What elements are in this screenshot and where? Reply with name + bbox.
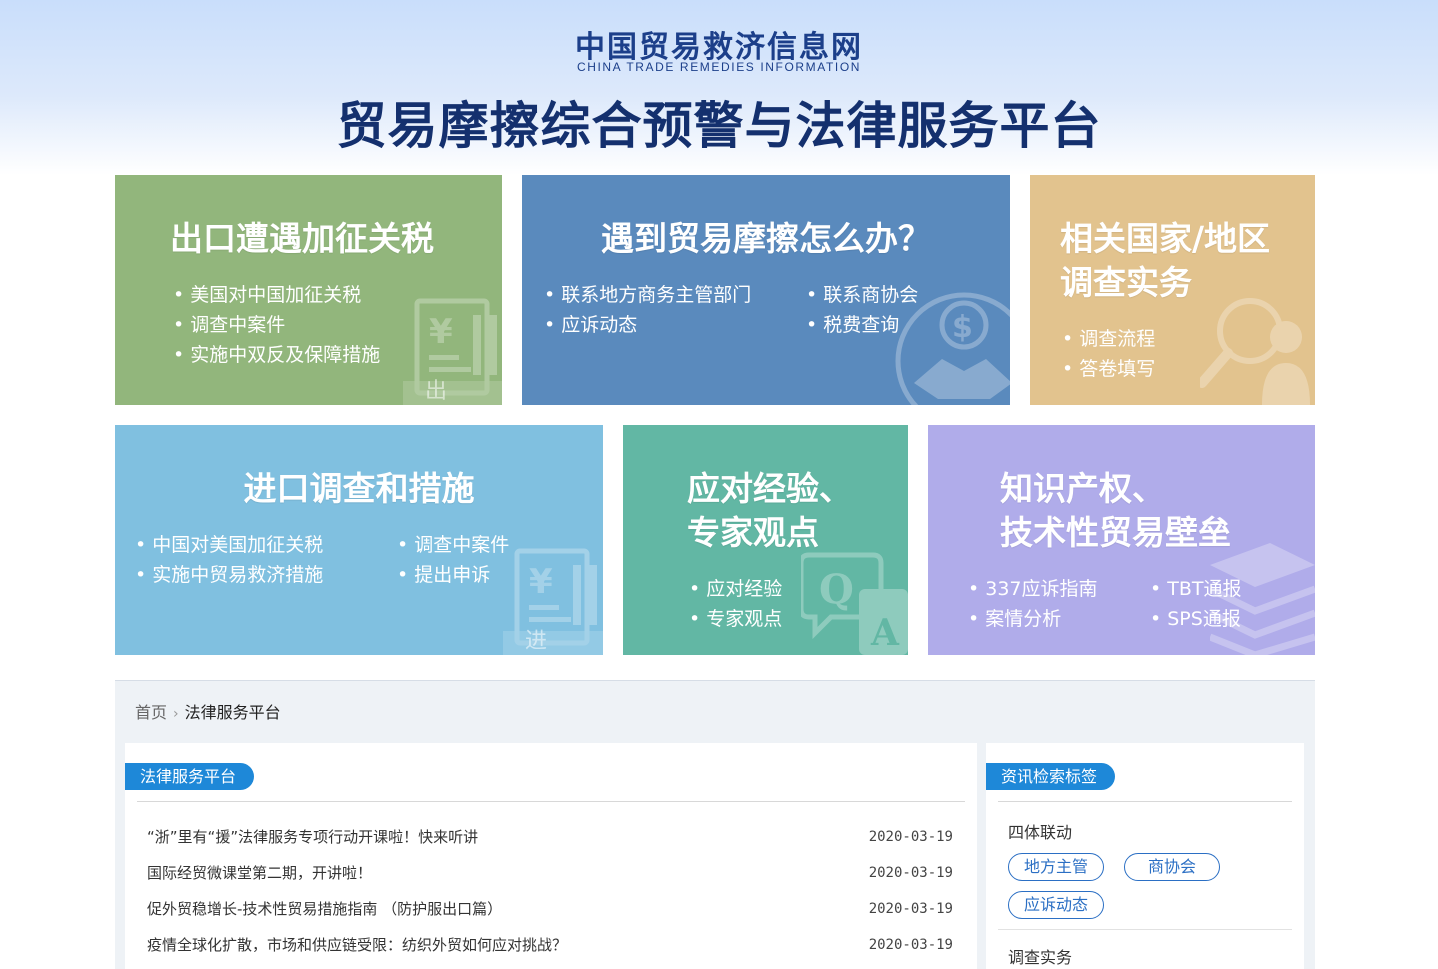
tile-ip-title-line2: 技术性贸易壁垒 bbox=[1000, 513, 1231, 552]
qa-bubbles-icon: Q A bbox=[801, 552, 908, 655]
tile-export-link-measures[interactable]: 实施中双反及保障措施 bbox=[173, 340, 380, 370]
tile-import-link-petition[interactable]: 提出申诉 bbox=[397, 560, 509, 590]
news-date: 2020-03-19 bbox=[868, 937, 953, 953]
news-title[interactable]: 国际经贸微课堂第二期，开讲啦！ bbox=[147, 855, 372, 891]
tile-export-title: 出口遭遇加征关税 bbox=[170, 219, 434, 258]
tile-export-link-cases[interactable]: 调查中案件 bbox=[173, 310, 380, 340]
magnifier-person-icon bbox=[1200, 298, 1310, 405]
tile-ip-link-case-analysis[interactable]: 案情分析 bbox=[968, 604, 1098, 634]
tile-import-title: 进口调查和措施 bbox=[243, 469, 475, 508]
tile-import-link-cases[interactable]: 调查中案件 bbox=[397, 530, 509, 560]
tile-trade-friction[interactable]: $ 遇到贸易摩擦怎么办？ 联系地方商务主管部门 应诉动态 联系商协会 税费查询 bbox=[522, 175, 1010, 405]
tile-ip-title-line1: 知识产权、 bbox=[1000, 469, 1165, 508]
tile-expert-views[interactable]: Q A 应对经验、 专家观点 应对经验 专家观点 bbox=[623, 425, 908, 655]
tile-countries-title-line2: 调查实务 bbox=[1060, 263, 1192, 302]
tile-country-investigations[interactable]: 相关国家/地区 调查实务 调查流程 答卷填写 bbox=[1030, 175, 1315, 405]
news-item[interactable]: 疫情全球化扩散，市场和供应链受限：纺织外贸如何应对挑战？ 2020-03-19 bbox=[147, 927, 953, 963]
tag-group-label-practice: 调查实务 bbox=[1008, 948, 1073, 967]
breadcrumb-chevron-icon: › bbox=[173, 706, 179, 722]
news-title[interactable]: 促外贸稳增长-技术性贸易措施指南 （防护服出口篇） bbox=[147, 891, 502, 927]
news-date: 2020-03-19 bbox=[868, 901, 953, 917]
news-item[interactable]: “浙”里有“援”法律服务专项行动开课啦！快来听讲 2020-03-19 bbox=[147, 819, 953, 855]
svg-text:$: $ bbox=[952, 310, 973, 345]
search-tags-panel: 资讯检索标签 四体联动 地方主管 商协会 应诉动态 调查实务 bbox=[986, 743, 1304, 969]
search-tags-tab[interactable]: 资讯检索标签 bbox=[986, 763, 1116, 790]
tag-group-divider bbox=[998, 929, 1292, 930]
tile-friction-title: 遇到贸易摩擦怎么办？ bbox=[601, 219, 931, 258]
news-item[interactable]: 促外贸稳增长-技术性贸易措施指南 （防护服出口篇） 2020-03-19 bbox=[147, 891, 953, 927]
tile-ip-link-sps[interactable]: SPS通报 bbox=[1150, 604, 1242, 634]
tile-ip-link-337-guide[interactable]: 337应诉指南 bbox=[968, 574, 1097, 604]
tile-expert-link-opinions[interactable]: 专家观点 bbox=[689, 604, 782, 634]
tile-countries-link-questionnaire[interactable]: 答卷填写 bbox=[1062, 354, 1155, 384]
tag-group-label-four-linkage: 四体联动 bbox=[1008, 823, 1073, 842]
tile-friction-link-associations[interactable]: 联系商协会 bbox=[806, 280, 918, 310]
legal-service-panel: 法律服务平台 “浙”里有“援”法律服务专项行动开课啦！快来听讲 2020-03-… bbox=[125, 743, 977, 969]
tile-friction-link-tax-query[interactable]: 税费查询 bbox=[806, 310, 918, 340]
site-logo-en: CHINA TRADE REMEDIES INFORMATION bbox=[576, 60, 862, 74]
content-area: 首页 › 法律服务平台 法律服务平台 “浙”里有“援”法律服务专项行动开课啦！快来听… bbox=[115, 680, 1315, 969]
tile-countries-list: 调查流程 答卷填写 bbox=[1062, 324, 1155, 384]
export-badge: 出 口 bbox=[425, 379, 458, 404]
tile-ip-list-left: 337应诉指南 案情分析 bbox=[968, 574, 1098, 634]
import-badge: 进 口 bbox=[525, 629, 558, 654]
tile-export-list: 美国对中国加征关税 调查中案件 实施中双反及保障措施 bbox=[173, 280, 380, 370]
svg-text:Q: Q bbox=[819, 566, 854, 613]
panel-divider bbox=[137, 801, 965, 802]
site-header: 中国贸易救济信息网 CHINA TRADE REMEDIES INFORMATI… bbox=[0, 0, 1438, 175]
tag-response-news[interactable]: 应诉动态 bbox=[1008, 891, 1104, 919]
tile-ip-link-tbt[interactable]: TBT通报 bbox=[1150, 574, 1241, 604]
tile-ip-tbt[interactable]: 知识产权、 技术性贸易壁垒 337应诉指南 案情分析 TBT通报 SPS通报 bbox=[928, 425, 1315, 655]
tile-import-link-remedy-measures[interactable]: 实施中贸易救济措施 bbox=[135, 560, 323, 590]
tile-export-link-us-tariffs[interactable]: 美国对中国加征关税 bbox=[173, 280, 380, 310]
tile-expert-link-experience[interactable]: 应对经验 bbox=[689, 574, 782, 604]
tile-friction-link-response-news[interactable]: 应诉动态 bbox=[544, 310, 751, 340]
tile-expert-title-line2: 专家观点 bbox=[687, 513, 819, 552]
svg-text:¥: ¥ bbox=[529, 562, 553, 602]
news-date: 2020-03-19 bbox=[868, 829, 953, 845]
legal-service-tab[interactable]: 法律服务平台 bbox=[125, 763, 255, 790]
tile-countries-title-line1: 相关国家/地区 bbox=[1060, 219, 1271, 258]
tile-expert-title-line1: 应对经验、 bbox=[687, 469, 852, 508]
news-list: “浙”里有“援”法律服务专项行动开课啦！快来听讲 2020-03-19 国际经贸… bbox=[147, 819, 953, 963]
tile-friction-list-right: 联系商协会 税费查询 bbox=[806, 280, 918, 340]
tile-ip-list-right: TBT通报 SPS通报 bbox=[1150, 574, 1242, 634]
tile-import-link-cn-tariffs[interactable]: 中国对美国加征关税 bbox=[135, 530, 323, 560]
news-date: 2020-03-19 bbox=[868, 865, 953, 881]
tile-import-list-right: 调查中案件 提出申诉 bbox=[397, 530, 509, 590]
tag-associations[interactable]: 商协会 bbox=[1124, 853, 1220, 881]
tile-export-tariffs[interactable]: ¥ 出 口 出口遭遇加征关税 美国对中国加征关税 调查中案件 实施中双反及保障措… bbox=[115, 175, 502, 405]
tile-expert-list: 应对经验 专家观点 bbox=[689, 574, 782, 634]
news-title[interactable]: 疫情全球化扩散，市场和供应链受限：纺织外贸如何应对挑战？ bbox=[147, 927, 567, 963]
tile-import-list-left: 中国对美国加征关税 实施中贸易救济措施 bbox=[135, 530, 323, 590]
news-title[interactable]: “浙”里有“援”法律服务专项行动开课啦！快来听讲 bbox=[147, 819, 478, 855]
tile-countries-link-process[interactable]: 调查流程 bbox=[1062, 324, 1155, 354]
tag-local-authority[interactable]: 地方主管 bbox=[1008, 853, 1104, 881]
svg-text:A: A bbox=[870, 612, 900, 654]
news-item[interactable]: 国际经贸微课堂第二期，开讲啦！ 2020-03-19 bbox=[147, 855, 953, 891]
panel-divider bbox=[998, 801, 1292, 802]
breadcrumb-home[interactable]: 首页 bbox=[135, 703, 167, 722]
breadcrumb: 首页 › 法律服务平台 bbox=[135, 699, 281, 723]
tile-friction-link-local-dept[interactable]: 联系地方商务主管部门 bbox=[544, 280, 751, 310]
breadcrumb-current: 法律服务平台 bbox=[184, 703, 281, 722]
tile-import-investigations[interactable]: ¥ 进 口 进口调查和措施 中国对美国加征关税 实施中贸易救济措施 调查中案件 … bbox=[115, 425, 603, 655]
platform-title: 贸易摩擦综合预警与法律服务平台 bbox=[336, 97, 1102, 155]
svg-text:¥: ¥ bbox=[429, 312, 453, 352]
tile-friction-list-left: 联系地方商务主管部门 应诉动态 bbox=[544, 280, 751, 340]
